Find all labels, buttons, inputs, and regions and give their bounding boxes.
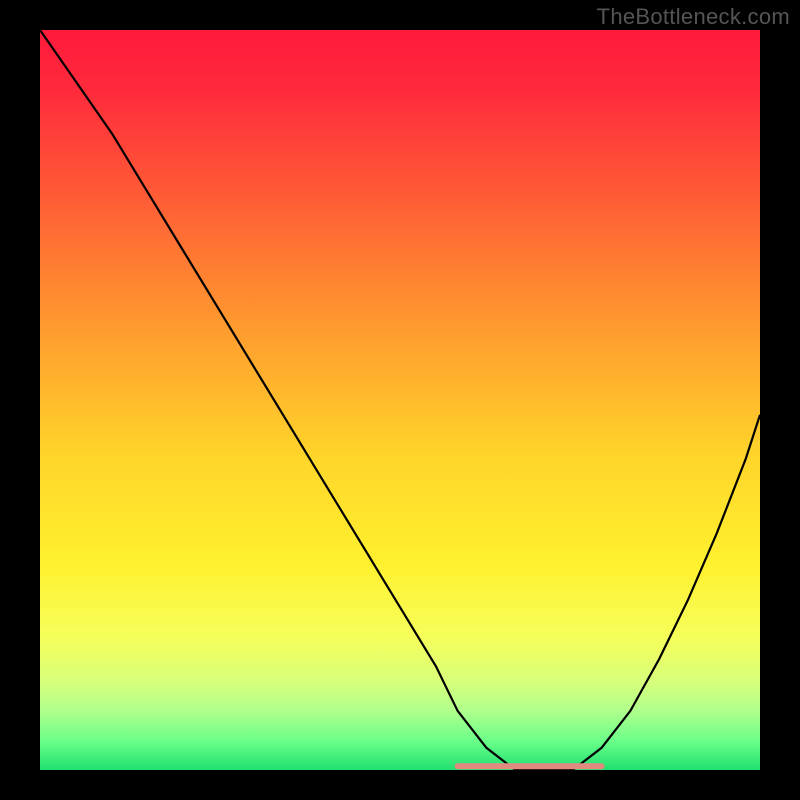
watermark-text: TheBottleneck.com xyxy=(597,4,790,30)
plot-area xyxy=(40,30,760,770)
chart-frame: TheBottleneck.com xyxy=(0,0,800,800)
chart-background xyxy=(40,30,760,770)
chart-svg xyxy=(40,30,760,770)
